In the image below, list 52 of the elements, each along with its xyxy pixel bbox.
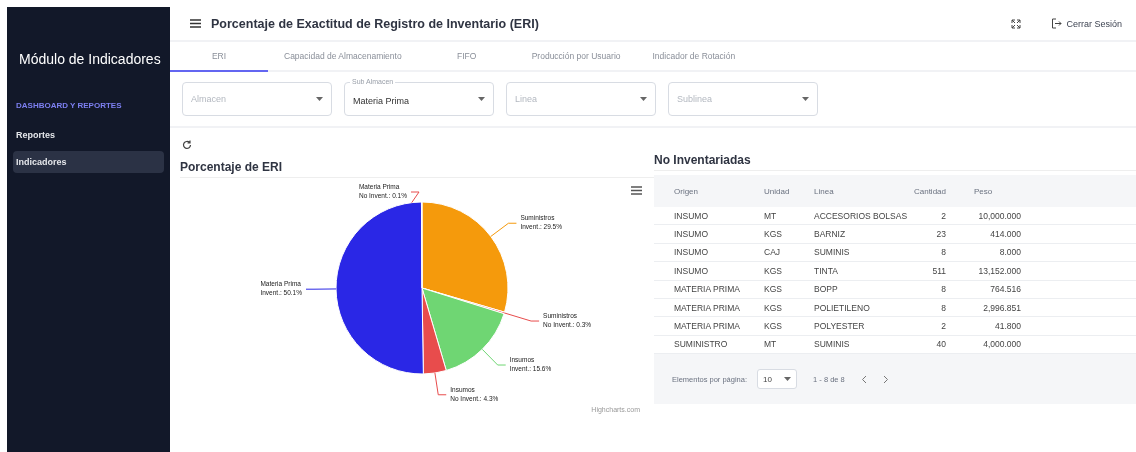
column-header: Linea xyxy=(813,185,835,198)
table-cell-text: INSUMO xyxy=(673,264,709,278)
table-cell-text: KGS xyxy=(763,301,783,315)
table-cell-text: BARNIZ xyxy=(813,228,847,242)
table-cell-text: 13,152.000 xyxy=(977,264,1022,278)
table-cell-text: 414.000 xyxy=(989,228,1022,242)
table-cell-text: 41.800 xyxy=(994,320,1022,334)
table-cell-text: 8.000 xyxy=(998,246,1022,260)
table-title: No Inventariadas xyxy=(654,153,1136,171)
table-cell-text: SUMINISTRO xyxy=(673,338,729,352)
table-cell-text: KGS xyxy=(763,320,783,334)
table-cell-text: MATERIA PRIMA xyxy=(673,320,741,334)
table-cell-text: 40 xyxy=(935,338,947,352)
table-cell-text: INSUMO xyxy=(673,228,709,242)
table-cell-text: 23 xyxy=(935,228,947,242)
column-header: Unidad xyxy=(763,185,791,198)
table-cell-text: BOPP xyxy=(813,283,839,297)
table-cell-text: KGS xyxy=(763,283,783,297)
sidebar-title: Módulo de Indicadores xyxy=(19,51,162,67)
column-header: Origen xyxy=(673,185,699,198)
table-cell-text: 8 xyxy=(940,246,947,260)
table-cell-text: POLIETILENO xyxy=(813,301,871,315)
table-cell-text: 2,996.851 xyxy=(982,301,1022,315)
table-cell-text: INSUMO xyxy=(673,246,709,260)
table-cell-text: MATERIA PRIMA xyxy=(673,301,741,315)
table-cell-text: 10,000.000 xyxy=(977,209,1022,223)
chart-title: Porcentaje de ERI xyxy=(180,160,654,178)
column-header: Cantidad xyxy=(912,185,947,198)
table-cell-text: MT xyxy=(763,338,778,352)
table-cell-text: MT xyxy=(763,209,778,223)
section-heading: DASHBOARD Y REPORTES xyxy=(16,101,123,110)
page-title: Porcentaje de Exactitud de Registro de Inventario (ERI) xyxy=(211,16,540,31)
table-cell-text: 8 xyxy=(940,283,947,297)
table-cell-text: 764.516 xyxy=(989,283,1022,297)
table-cell-text: SUMINIS xyxy=(813,338,851,352)
field-placeholder: Linea xyxy=(515,94,538,104)
field-placeholder: Almacen xyxy=(191,94,226,104)
table-cell-text: 2 xyxy=(940,320,947,334)
table-cell-text: KGS xyxy=(763,228,783,242)
table-cell-text: 511 xyxy=(931,264,947,278)
table-cell-text: KGS xyxy=(763,264,783,278)
table-cell-text: MATERIA PRIMA xyxy=(673,283,741,297)
table-cell-text: SUMINIS xyxy=(813,246,851,260)
table-cell-text: INSUMO xyxy=(673,209,709,223)
table-cell-text: 8 xyxy=(940,301,947,315)
field-placeholder: Sublinea xyxy=(677,94,713,104)
table-cell-text: 4,000.000 xyxy=(982,338,1022,352)
table-cell-text: CAJ xyxy=(763,246,782,260)
field-value: Materia Prima xyxy=(353,96,409,106)
table-cell-text: POLYESTER xyxy=(813,320,866,334)
column-header: Peso xyxy=(973,185,994,198)
table-cell-text: TINTA xyxy=(813,264,839,278)
